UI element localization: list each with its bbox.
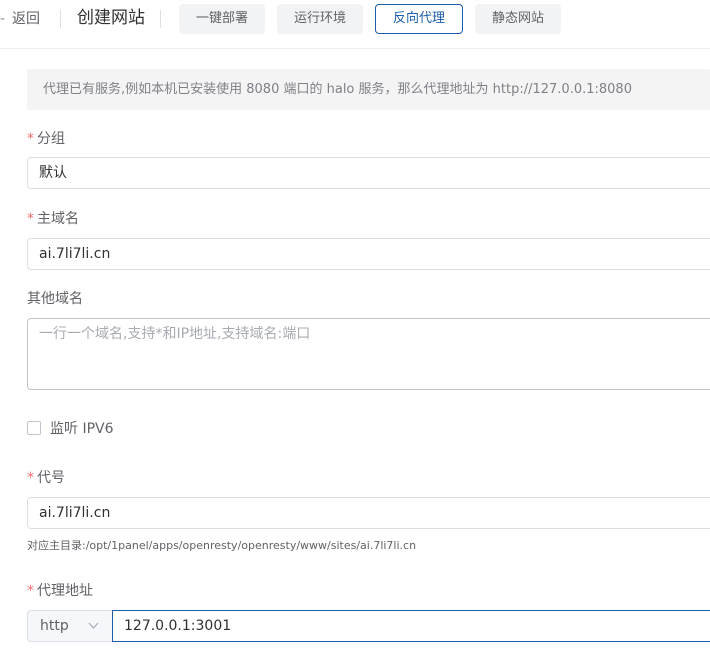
checkbox-box[interactable] (27, 421, 41, 435)
proxy-address-input[interactable]: 127.0.0.1:3001 (112, 610, 710, 642)
tab-reverse-proxy[interactable]: 反向代理 (375, 4, 463, 34)
primary-domain-label: * 主域名 (27, 211, 79, 227)
alias-label: * 代号 (27, 470, 65, 486)
required-mark: * (27, 131, 34, 147)
header-divider (60, 10, 61, 28)
alias-input[interactable]: ai.7li7li.cn (27, 497, 710, 529)
other-domains-textarea[interactable]: 一行一个域名,支持*和IP地址,支持域名:端口 (27, 318, 710, 390)
primary-domain-input[interactable]: ai.7li7li.cn (27, 238, 710, 270)
required-mark: * (27, 583, 34, 599)
other-domains-label: 其他域名 (27, 291, 83, 307)
required-mark: * (27, 211, 34, 227)
proxy-notice: 代理已有服务,例如本机已安装使用 8080 端口的 halo 服务，那么代理地址… (27, 69, 710, 110)
required-mark: * (27, 470, 34, 486)
chevron-down-icon (88, 611, 99, 654)
back-arrow-icon: ‐ (0, 11, 6, 27)
proxy-scheme-select[interactable]: http (27, 610, 113, 642)
tab-one-click-deploy[interactable]: 一键部署 (179, 4, 265, 34)
alias-directory-hint: 对应主目录:/opt/1panel/apps/openresty/openres… (27, 539, 417, 552)
proxy-address-label: * 代理地址 (27, 583, 93, 599)
tab-static-site[interactable]: 静态网站 (475, 4, 561, 34)
group-select[interactable]: 默认 (27, 157, 710, 189)
ipv6-label: 监听 IPV6 (50, 421, 114, 437)
group-label: * 分组 (27, 131, 65, 147)
tab-runtime[interactable]: 运行环境 (277, 4, 363, 34)
header-divider (160, 10, 161, 28)
ipv6-checkbox[interactable]: 监听 IPV6 (27, 421, 114, 437)
page-title: 创建网站 (77, 8, 145, 28)
page-header: ‐ 返回 创建网站 一键部署 运行环境 反向代理 静态网站 (0, 0, 710, 49)
back-button[interactable]: ‐ 返回 (0, 11, 40, 27)
proxy-scheme-value: http (40, 618, 69, 634)
